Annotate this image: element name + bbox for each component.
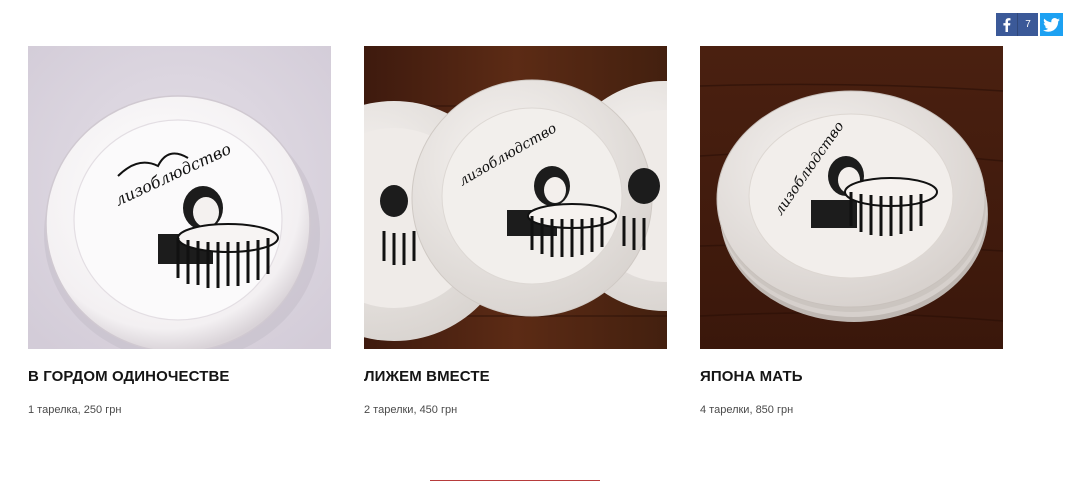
twitter-icon [1043, 17, 1060, 32]
social-share: 7 [996, 13, 1063, 36]
product-grid: лизоблюдство В ГОРДОМ ОДИНОЧЕСТВЕ 1 таре… [28, 46, 1003, 417]
facebook-share-count: 7 [1025, 19, 1031, 30]
product-card-single[interactable]: лизоблюдство В ГОРДОМ ОДИНОЧЕСТВЕ 1 таре… [28, 46, 331, 417]
product-subtitle: 2 тарелки, 450 грн [364, 404, 458, 416]
product-card-stack[interactable]: лизоблюдство ЯПОНА МАТЬ 4 тарелки, 850 г… [700, 46, 1003, 417]
product-image-single-plate[interactable]: лизоблюдство [28, 46, 331, 349]
product-title[interactable]: В ГОРДОМ ОДИНОЧЕСТВЕ [28, 368, 331, 386]
product-subtitle: 1 тарелка, 250 грн [28, 404, 122, 416]
twitter-share-button[interactable] [1040, 13, 1063, 36]
product-card-pair[interactable]: лизоблюдство ЛИЖЕМ ВМЕСТЕ 2 тарелки, 450… [364, 46, 667, 417]
product-title[interactable]: ЛИЖЕМ ВМЕСТЕ [364, 368, 667, 386]
product-image-two-plates[interactable]: лизоблюдство [364, 46, 667, 349]
facebook-icon [996, 13, 1018, 36]
facebook-share-button[interactable]: 7 [996, 13, 1038, 36]
product-image-plate-stack[interactable]: лизоблюдство [700, 46, 1003, 349]
product-subtitle: 4 тарелки, 850 грн [700, 404, 794, 416]
product-title[interactable]: ЯПОНА МАТЬ [700, 368, 1003, 386]
